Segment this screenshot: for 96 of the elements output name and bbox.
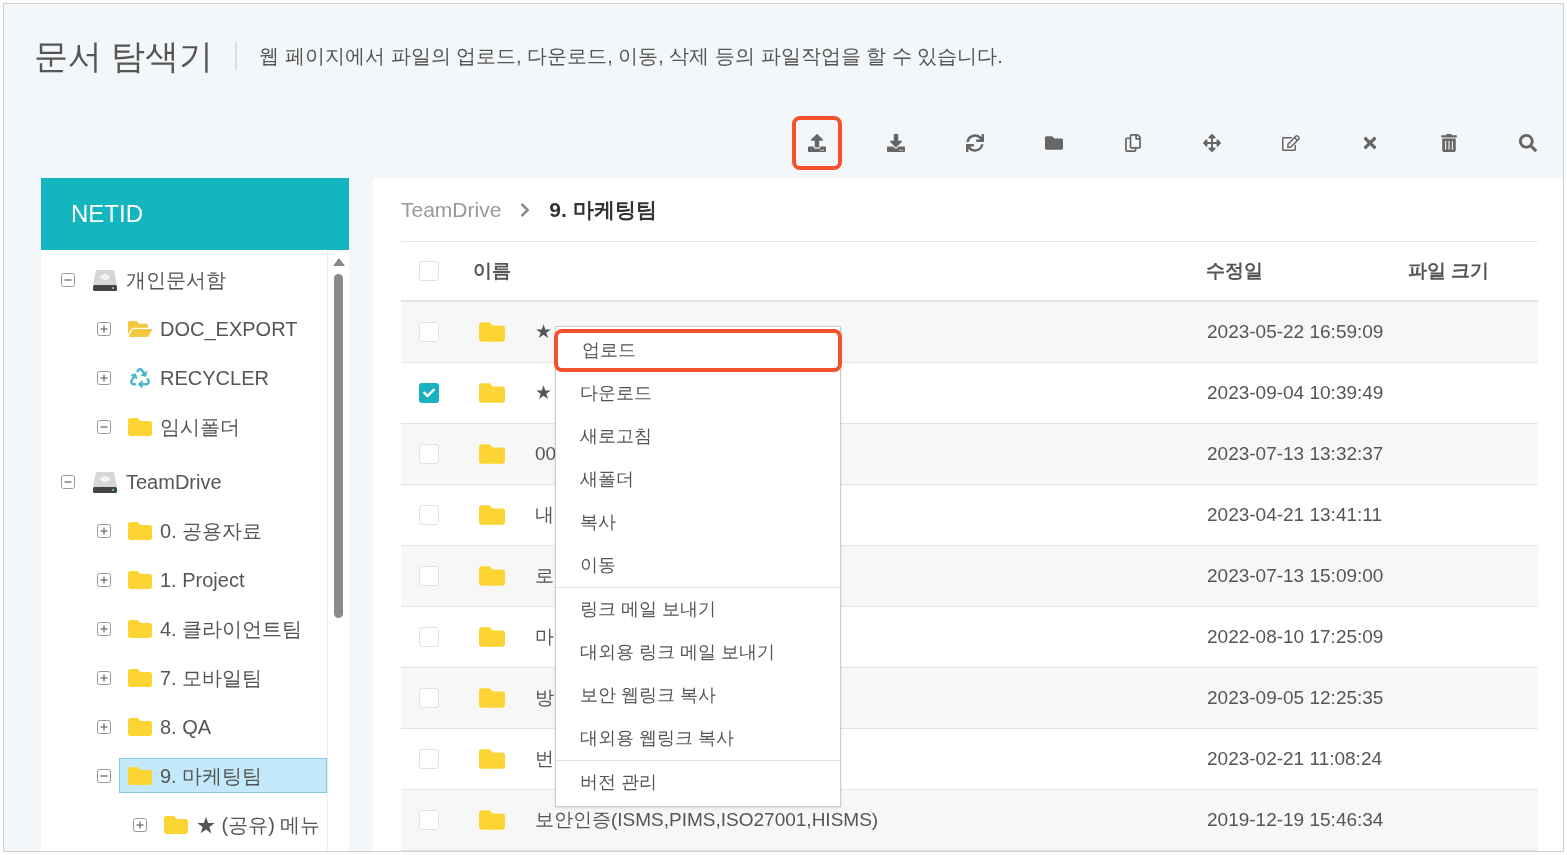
checkbox[interactable]	[419, 261, 439, 281]
move-icon	[1203, 134, 1221, 152]
folder-icon	[479, 624, 505, 650]
download-icon	[887, 134, 905, 152]
expand-icon[interactable]	[97, 621, 111, 636]
upload-button[interactable]	[792, 116, 842, 170]
checkbox[interactable]	[419, 810, 439, 830]
column-header[interactable]: 수정일	[1206, 256, 1408, 286]
file-name: ★	[535, 320, 552, 342]
folder-icon	[1045, 134, 1063, 152]
modified-date: 2023-02-21 11:08:24	[1207, 746, 1383, 771]
modified-date: 2019-12-19 15:46:34	[1207, 807, 1384, 832]
folder-icon	[479, 319, 505, 345]
menu-item[interactable]: 업로드	[554, 329, 842, 372]
modified-date: 2022-08-10 17:25:09	[1207, 624, 1384, 649]
folder-icon	[479, 807, 505, 833]
column-header[interactable]: 이름	[473, 256, 1206, 286]
edit-icon	[1282, 134, 1300, 152]
checkbox[interactable]	[419, 749, 439, 769]
page-title: 문서 탐색기	[34, 35, 214, 77]
file-name: 로	[535, 564, 554, 586]
tree-item[interactable]: 임시폴더	[119, 409, 247, 444]
modified-date: 2023-04-21 13:41:11	[1207, 502, 1383, 527]
collapse-icon[interactable]	[97, 419, 111, 434]
menu-item[interactable]: 새로고침	[556, 415, 840, 458]
menu-item[interactable]: 이동	[556, 544, 840, 587]
file-name: 보안인증(ISMS,PIMS,ISO27001,HISMS)	[535, 808, 879, 830]
menu-item[interactable]: 새폴더	[556, 458, 840, 501]
file-name: 번	[535, 747, 554, 769]
checkbox[interactable]	[419, 566, 439, 586]
tree-item[interactable]: DOC_EXPORT	[119, 311, 305, 346]
expand-icon[interactable]	[97, 670, 111, 685]
tree-item[interactable]: 8. QA	[119, 709, 219, 744]
menu-item[interactable]: 다운로드	[556, 372, 840, 415]
modified-date: 2023-07-13 15:09:00	[1207, 563, 1384, 588]
tree-item[interactable]: 9. 마케팅팀	[119, 758, 327, 793]
menu-item[interactable]: 대외용 링크 메일 보내기	[556, 631, 840, 674]
recycle-bin-icon	[130, 367, 150, 388]
menu-item[interactable]: 버전 관리	[556, 761, 840, 804]
modified-date: 2023-09-04 10:39:49	[1207, 380, 1384, 405]
refresh-icon	[966, 134, 984, 152]
menu-item[interactable]: 대외용 웹링크 복사	[556, 717, 840, 760]
file-name: ★	[535, 381, 552, 403]
search-icon	[1519, 134, 1537, 152]
tree-item[interactable]: 1. Project	[119, 562, 252, 597]
folder-icon	[479, 502, 505, 528]
checkbox[interactable]	[419, 383, 439, 403]
folder-icon	[479, 441, 505, 467]
menu-item[interactable]: 링크 메일 보내기	[556, 588, 840, 631]
menu-item[interactable]: 복사	[556, 501, 840, 544]
file-name: 00	[535, 442, 557, 464]
file-name: 방	[535, 686, 554, 708]
collapse-icon[interactable]	[61, 474, 75, 489]
page-description: 웹 페이지에서 파일의 업로드, 다운로드, 이동, 삭제 등의 파일작업을 할 수 있습니다.	[259, 44, 1003, 69]
modified-date: 2023-07-13 13:32:37	[1207, 441, 1384, 466]
check-icon	[423, 387, 435, 399]
checkbox[interactable]	[419, 627, 439, 647]
tree-item[interactable]: 7. 모바일팀	[119, 660, 270, 695]
folder-icon	[479, 685, 505, 711]
drive-icon	[92, 469, 118, 494]
drive-icon	[92, 267, 118, 292]
folder-icon	[479, 563, 505, 589]
tree-item[interactable]: TeamDrive	[83, 464, 229, 499]
expand-icon[interactable]	[97, 719, 111, 734]
tree-item[interactable]: ★ (공유) 메뉴	[155, 807, 327, 842]
column-header[interactable]: 파일 크기	[1408, 256, 1490, 286]
collapse-icon[interactable]	[97, 768, 111, 783]
expand-icon[interactable]	[97, 321, 111, 336]
tree-item[interactable]: 0. 공용자료	[119, 513, 270, 548]
trash-icon	[1440, 134, 1458, 152]
modified-date: 2023-09-05 12:25:35	[1207, 685, 1384, 710]
sidebar-header: NETID	[41, 178, 349, 250]
menu-item[interactable]: 보안 웹링크 복사	[556, 674, 840, 717]
copy-icon	[1124, 134, 1142, 152]
breadcrumb-current: 9. 마케팅팀	[549, 196, 657, 223]
folder-icon	[479, 746, 505, 772]
checkbox[interactable]	[419, 505, 439, 525]
expand-icon[interactable]	[97, 572, 111, 587]
folder-icon	[479, 380, 505, 406]
modified-date: 2023-05-22 16:59:09	[1207, 319, 1384, 344]
tree-item[interactable]: 4. 클라이언트팀	[119, 611, 310, 646]
tree-item[interactable]: 개인문서함	[83, 262, 233, 297]
checkbox[interactable]	[419, 688, 439, 708]
tree-item[interactable]: RECYCLER	[119, 360, 276, 395]
expand-icon[interactable]	[133, 817, 147, 832]
file-name: 내	[535, 503, 554, 525]
collapse-icon[interactable]	[61, 272, 75, 287]
file-name: 마	[535, 625, 554, 647]
checkbox[interactable]	[419, 322, 439, 342]
scroll-up-icon[interactable]	[332, 258, 345, 266]
upload-icon	[808, 134, 826, 152]
expand-icon[interactable]	[97, 370, 111, 385]
close-icon	[1361, 134, 1379, 152]
scrollbar-thumb[interactable]	[334, 274, 343, 618]
expand-icon[interactable]	[97, 523, 111, 538]
checkbox[interactable]	[419, 444, 439, 464]
